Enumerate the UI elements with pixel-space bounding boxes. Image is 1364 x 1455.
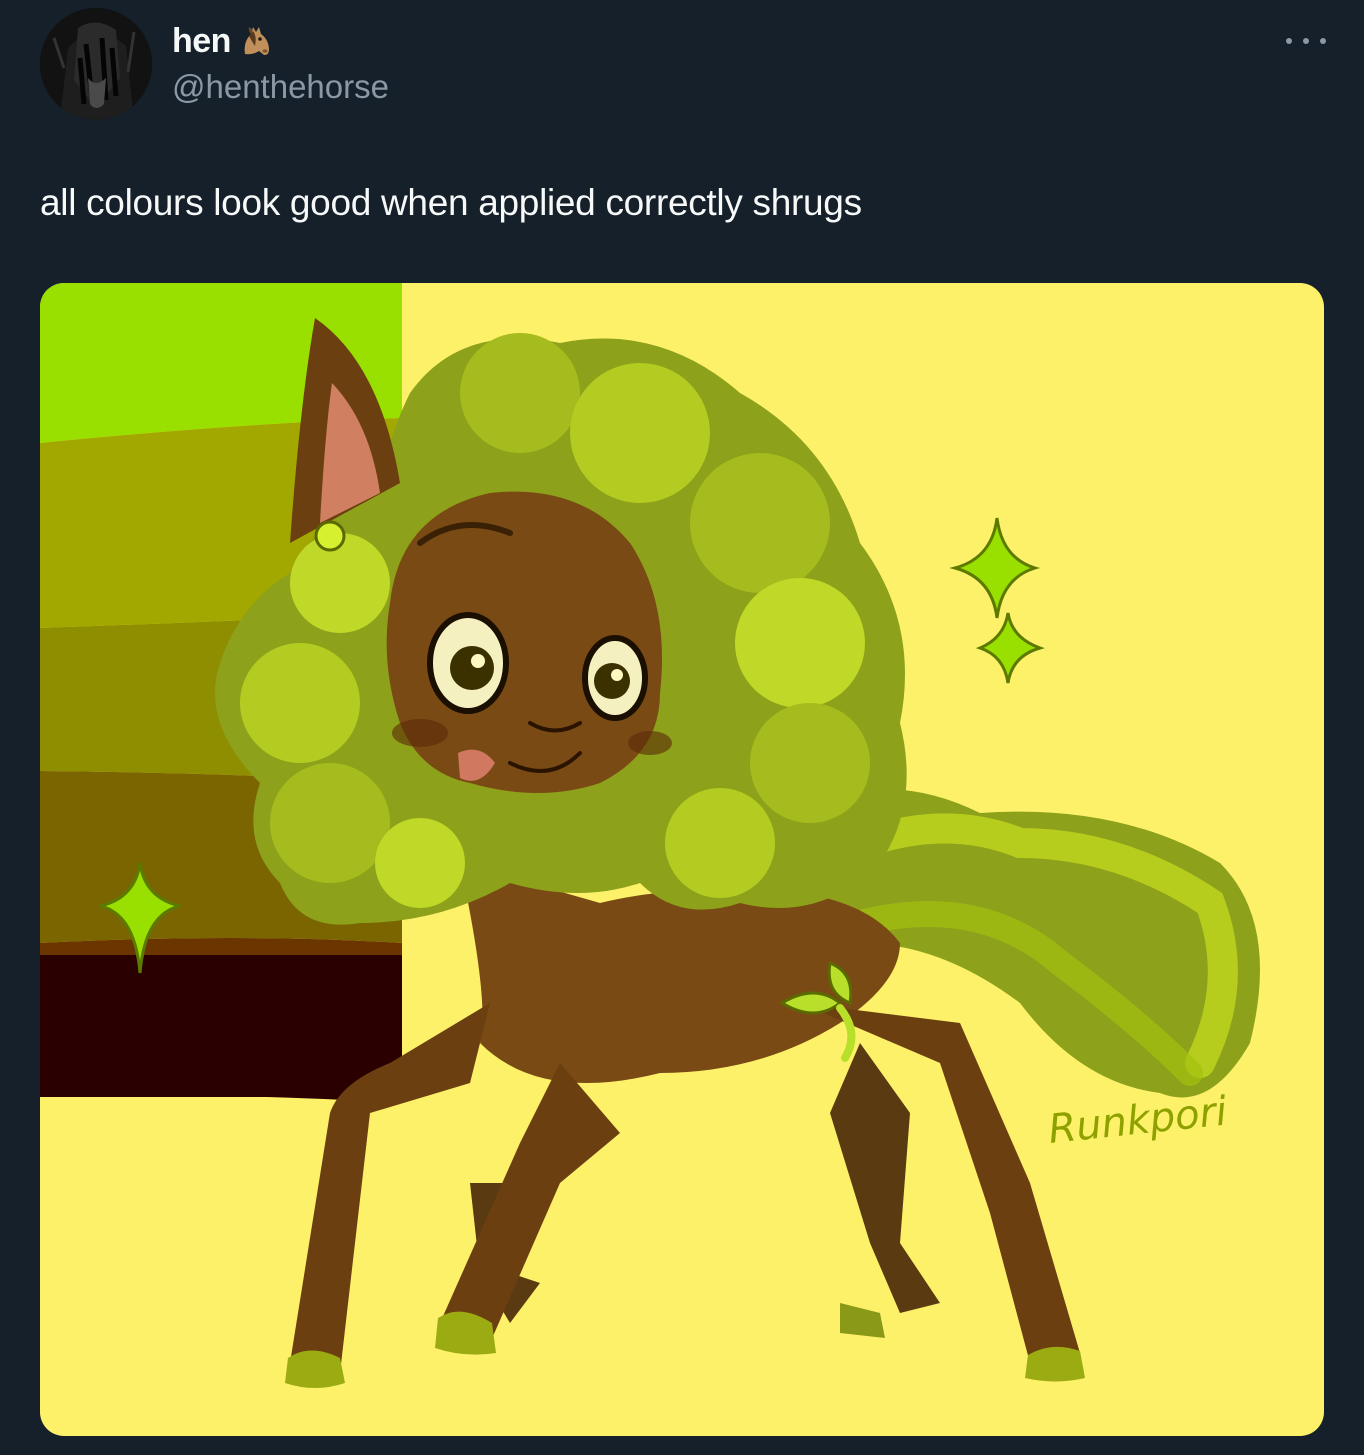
- tweet-container: hen @henthehorse all colours look good w…: [0, 0, 1364, 1455]
- tweet-media-image[interactable]: Runkpori: [40, 283, 1324, 1436]
- display-name[interactable]: hen: [172, 22, 231, 61]
- display-name-row: hen: [172, 20, 389, 62]
- more-options-dot: [1286, 38, 1292, 44]
- tweet-author: hen @henthehorse: [172, 20, 389, 106]
- palette-swatch-dark: [40, 955, 402, 1097]
- user-handle[interactable]: @henthehorse: [172, 68, 389, 106]
- more-options-dot: [1303, 38, 1309, 44]
- profile-avatar[interactable]: [40, 8, 152, 120]
- tweet-text: all colours look good when applied corre…: [40, 182, 862, 223]
- more-options-dot: [1320, 38, 1326, 44]
- horse-face-icon: [239, 24, 273, 58]
- avatar-image: [40, 8, 152, 120]
- more-options-button[interactable]: [1286, 26, 1326, 56]
- pony-artwork: Runkpori: [40, 283, 1324, 1436]
